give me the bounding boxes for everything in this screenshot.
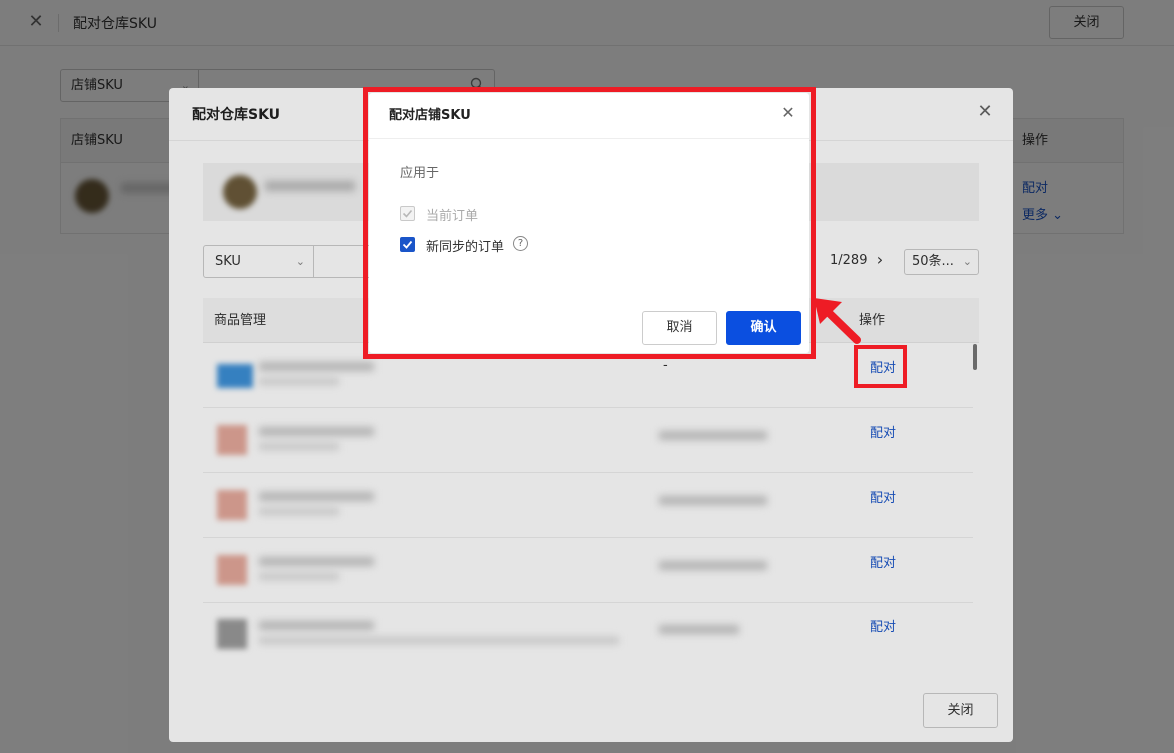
annotation-dialog-highlight: [363, 87, 816, 359]
annotation-arrow-icon: [814, 298, 861, 344]
